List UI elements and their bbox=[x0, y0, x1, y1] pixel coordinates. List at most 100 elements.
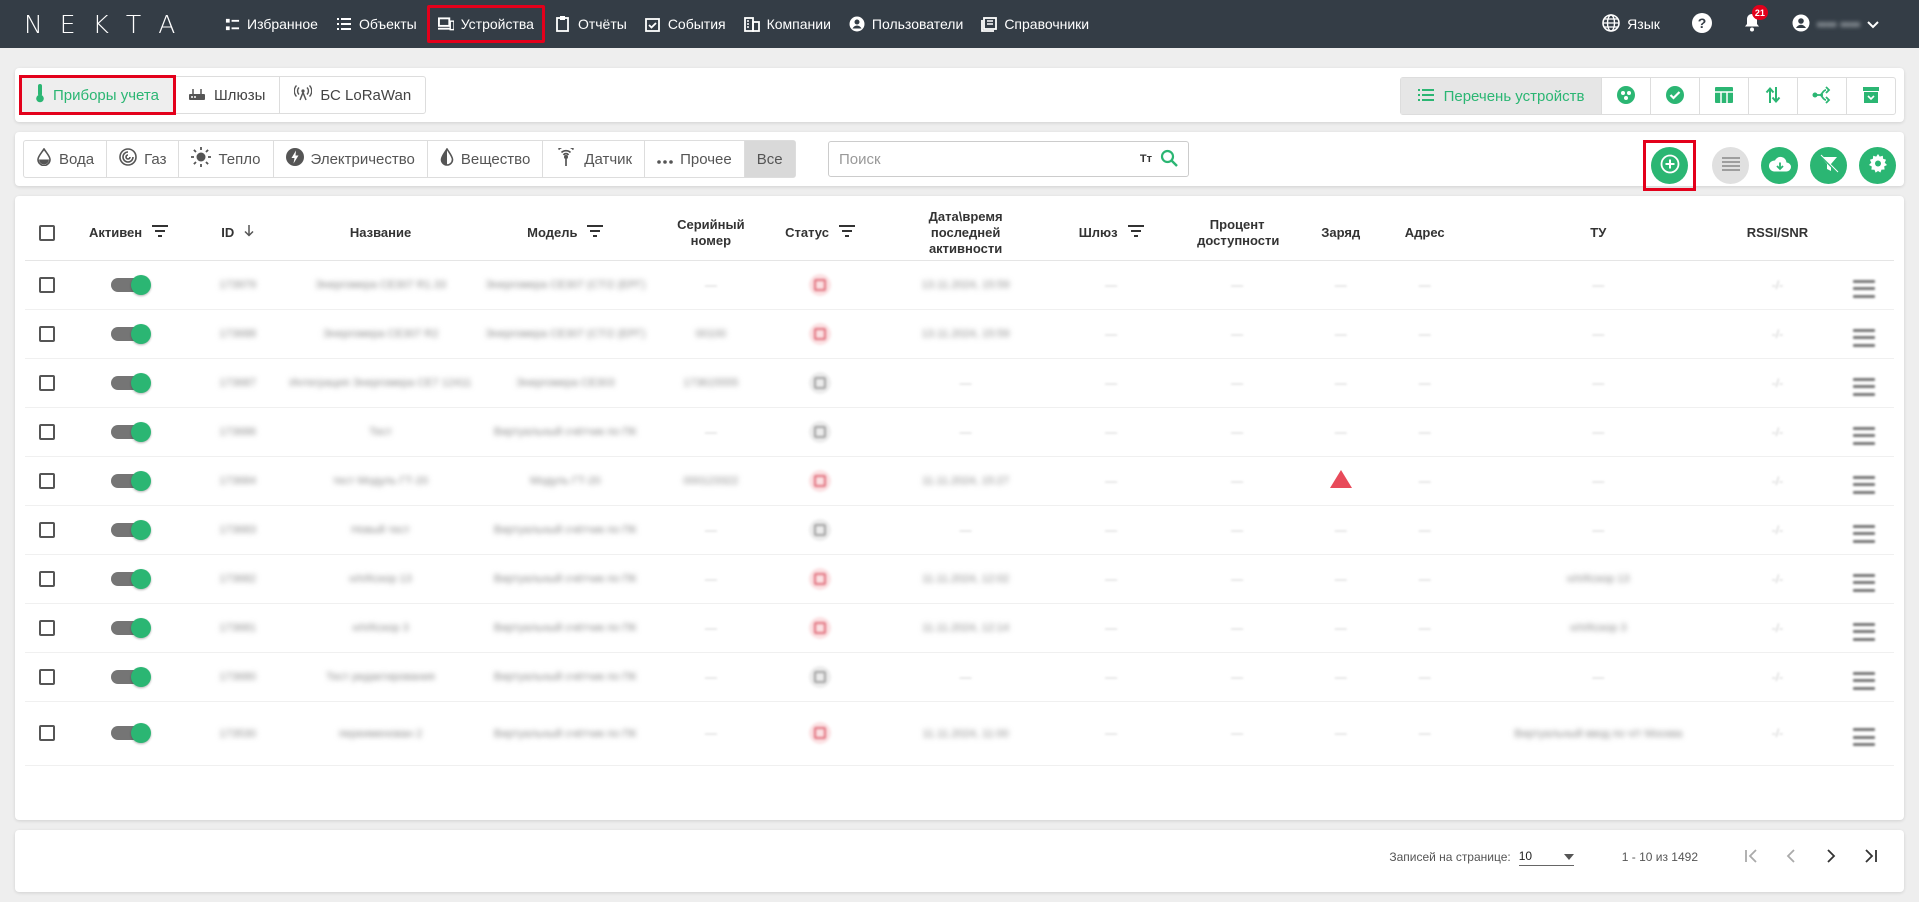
active-toggle[interactable] bbox=[110, 372, 151, 393]
view-status[interactable] bbox=[1650, 78, 1699, 114]
first-page-button[interactable] bbox=[1740, 846, 1762, 868]
tab-lorawan[interactable]: БС LoRaWan bbox=[280, 77, 425, 113]
nav-reports[interactable]: Отчёты bbox=[547, 5, 635, 43]
download-button[interactable] bbox=[1761, 147, 1798, 184]
header-last-activity[interactable]: Дата\время последней активности bbox=[876, 206, 1056, 261]
add-device-button[interactable] bbox=[1651, 147, 1688, 184]
row-menu-icon[interactable] bbox=[1852, 622, 1875, 641]
table-row[interactable]: 173530 переименован 2 Виртуальный счётчик … bbox=[25, 701, 1894, 766]
row-checkbox[interactable] bbox=[39, 570, 56, 587]
active-toggle[interactable] bbox=[110, 617, 151, 638]
nav-favorites[interactable]: Избранное bbox=[216, 5, 326, 43]
table-row[interactable]: 173682 н/п/Кскор 13 Виртуальный счётчик по… bbox=[25, 554, 1894, 604]
filter-substance[interactable]: Вещество bbox=[428, 141, 544, 177]
notifications-button[interactable]: 21 bbox=[1744, 5, 1768, 35]
header-rssi[interactable]: RSSI/SNR bbox=[1721, 206, 1834, 261]
filter-heat[interactable]: Тепло bbox=[179, 141, 274, 177]
settings-button[interactable] bbox=[1859, 147, 1896, 184]
prev-page-button[interactable] bbox=[1780, 846, 1802, 868]
header-serial[interactable]: Серийный номер bbox=[657, 206, 765, 261]
nav-references[interactable]: Справочники bbox=[973, 5, 1097, 43]
nav-events[interactable]: События bbox=[637, 5, 734, 43]
header-id[interactable]: ID bbox=[187, 206, 289, 261]
table-row[interactable]: 173686 Тест Виртуальный счётчик по ПК — — — — —… bbox=[25, 407, 1894, 457]
view-table[interactable] bbox=[1699, 78, 1748, 114]
view-branch[interactable] bbox=[1797, 78, 1846, 114]
table-row[interactable]: 173684 тест Модуль ГТ-20 Модуль ГТ-20 00012… bbox=[25, 456, 1894, 506]
active-toggle[interactable] bbox=[110, 470, 151, 491]
table-row[interactable]: 173680 Тест редактирования Виртуальный счё… bbox=[25, 652, 1894, 702]
tab-gateways[interactable]: Шлюзы bbox=[174, 77, 281, 113]
active-toggle[interactable] bbox=[110, 519, 151, 540]
per-page-select[interactable]: 10 bbox=[1518, 849, 1574, 866]
table-row[interactable]: 173681 н/п/Кскор 3 Виртуальный счётчик по … bbox=[25, 603, 1894, 653]
active-toggle[interactable] bbox=[110, 274, 151, 295]
filter-all[interactable]: Все bbox=[744, 141, 795, 177]
nekta-logo[interactable]: N E K T A bbox=[24, 10, 186, 39]
nav-devices[interactable]: Устройства bbox=[426, 5, 545, 43]
row-menu-icon[interactable] bbox=[1852, 573, 1875, 592]
header-gateway[interactable]: Шлюз bbox=[1055, 206, 1168, 261]
active-toggle[interactable] bbox=[110, 323, 151, 344]
view-archive[interactable] bbox=[1846, 78, 1895, 114]
row-checkbox[interactable] bbox=[39, 725, 56, 741]
row-menu-icon[interactable] bbox=[1852, 279, 1875, 298]
nav-objects[interactable]: Объекты bbox=[328, 5, 425, 43]
header-availability[interactable]: Процент доступности bbox=[1167, 206, 1308, 261]
search-input[interactable] bbox=[839, 150, 1140, 168]
header-status[interactable]: Статус bbox=[764, 206, 877, 261]
table-row[interactable]: 173683 Новый тест Виртуальный счётчик по П… bbox=[25, 505, 1894, 555]
view-device-list[interactable]: Перечень устройств bbox=[1401, 78, 1601, 114]
user-menu[interactable]: •••• •••• bbox=[1792, 14, 1879, 35]
bulk-menu-button[interactable] bbox=[1712, 147, 1749, 184]
active-toggle[interactable] bbox=[110, 666, 151, 687]
filter-water[interactable]: Вода bbox=[24, 141, 108, 177]
filter-gas[interactable]: Газ bbox=[107, 141, 180, 177]
view-sort[interactable] bbox=[1748, 78, 1797, 114]
filter-lines-icon[interactable] bbox=[152, 224, 169, 241]
row-menu-icon[interactable] bbox=[1852, 728, 1875, 746]
header-name[interactable]: Название bbox=[288, 206, 473, 261]
language-selector[interactable]: Язык bbox=[1602, 13, 1660, 35]
row-checkbox[interactable] bbox=[39, 619, 56, 636]
filter-lines-icon[interactable] bbox=[838, 224, 855, 241]
case-toggle[interactable]: Тт bbox=[1140, 153, 1152, 165]
sort-down-icon[interactable] bbox=[244, 224, 254, 241]
header-model[interactable]: Модель bbox=[472, 206, 658, 261]
nav-users[interactable]: Пользователи bbox=[841, 5, 971, 43]
row-checkbox[interactable] bbox=[39, 374, 56, 391]
header-charge[interactable]: Заряд bbox=[1307, 206, 1375, 261]
search-icon[interactable] bbox=[1160, 149, 1178, 170]
filter-electricity[interactable]: Электричество bbox=[274, 141, 428, 177]
filter-sensor[interactable]: Датчик bbox=[543, 141, 646, 177]
table-row[interactable]: 173979 Энергомера CE307 R1.33 Энергомера C… bbox=[25, 260, 1894, 310]
filter-lines-icon[interactable] bbox=[1127, 224, 1144, 241]
header-tu[interactable]: ТУ bbox=[1475, 206, 1722, 261]
row-checkbox[interactable] bbox=[39, 668, 56, 685]
header-active[interactable]: Активен bbox=[69, 206, 188, 261]
row-checkbox[interactable] bbox=[39, 325, 56, 342]
filter-other[interactable]: Прочее bbox=[645, 141, 745, 177]
row-menu-icon[interactable] bbox=[1852, 426, 1875, 445]
row-menu-icon[interactable] bbox=[1852, 328, 1875, 347]
tab-meters[interactable]: Приборы учета bbox=[19, 75, 176, 115]
filter-lines-icon[interactable] bbox=[587, 224, 604, 241]
active-toggle[interactable] bbox=[110, 568, 151, 589]
row-checkbox[interactable] bbox=[39, 423, 56, 440]
row-menu-icon[interactable] bbox=[1852, 377, 1875, 396]
view-clusters[interactable] bbox=[1601, 78, 1650, 114]
row-menu-icon[interactable] bbox=[1852, 671, 1875, 690]
row-menu-icon[interactable] bbox=[1852, 475, 1875, 494]
table-row[interactable]: 173688 Энергомера CE307 R2 Энергомера CE30… bbox=[25, 309, 1894, 359]
table-row[interactable]: 173687 Интеграция Энергомера CE7 12411 Эне… bbox=[25, 358, 1894, 408]
nav-companies[interactable]: Компании bbox=[736, 5, 839, 43]
row-checkbox[interactable] bbox=[39, 472, 56, 489]
help-button[interactable]: ? bbox=[1691, 12, 1712, 36]
clear-filter-button[interactable] bbox=[1810, 147, 1847, 184]
row-checkbox[interactable] bbox=[39, 276, 56, 293]
header-address[interactable]: Адрес bbox=[1374, 206, 1476, 261]
active-toggle[interactable] bbox=[110, 421, 151, 442]
row-checkbox[interactable] bbox=[39, 521, 56, 538]
active-toggle[interactable] bbox=[110, 723, 151, 744]
row-menu-icon[interactable] bbox=[1852, 524, 1875, 543]
